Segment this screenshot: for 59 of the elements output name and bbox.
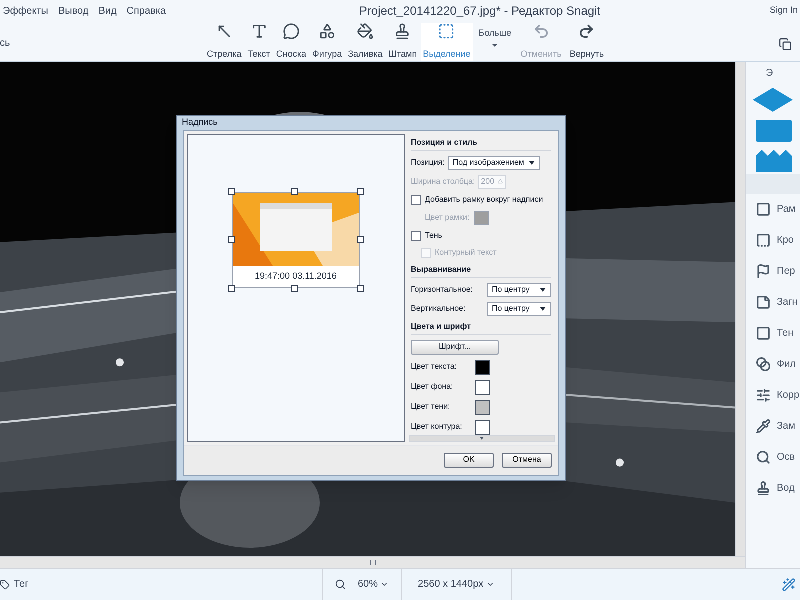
effect-item[interactable]: Корр [746, 386, 800, 404]
tool-button[interactable]: Текст [246, 23, 272, 61]
tool-button[interactable]: Выделение [421, 23, 473, 61]
horizontal-scrollbar[interactable] [0, 556, 745, 568]
magnifier-icon [756, 450, 771, 464]
effect-item[interactable]: Кро [746, 231, 800, 249]
caret-icon [486, 580, 495, 589]
effect-item[interactable]: Вод [746, 479, 800, 497]
size-dropdown[interactable]: 2560 x 1440px [402, 569, 512, 600]
history-button[interactable]: Вернуть [566, 23, 608, 61]
dashed-square-icon [756, 232, 771, 248]
zoom-dropdown[interactable]: 60% [358, 577, 390, 592]
section-band [746, 174, 800, 194]
shapes-icon [318, 23, 336, 40]
menu-item[interactable]: Вид [98, 4, 117, 18]
toolbar-label: сь [0, 37, 12, 51]
more-button[interactable]: Больше [474, 23, 516, 61]
caret-icon [380, 580, 390, 589]
window-title: Project_20141220_67.jpg* - Редактор Snagit [358, 3, 602, 20]
menu-item[interactable]: Справка [126, 4, 166, 18]
flag-icon [756, 264, 771, 278]
tag-icon [0, 580, 10, 590]
square-icon [756, 326, 771, 340]
tool-button[interactable]: Стрелка [205, 23, 244, 61]
undo-icon [532, 23, 550, 40]
menu-item[interactable]: Вывод [58, 4, 89, 18]
letter-icon [250, 23, 268, 40]
note-icon [756, 294, 771, 310]
vertical-scrollbar[interactable] [735, 62, 745, 556]
effect-item[interactable]: Зам [746, 417, 800, 435]
effect-item[interactable]: Тен [746, 324, 800, 342]
magic-wand-icon[interactable] [782, 578, 796, 592]
caret-icon [492, 44, 498, 46]
search-icon[interactable] [335, 579, 346, 590]
effect-item[interactable]: Рам [746, 200, 800, 218]
paint-bucket-icon [356, 23, 374, 40]
grip-icon [370, 560, 376, 565]
tool-button[interactable]: Штамп [386, 23, 420, 61]
dashed-square-icon [438, 23, 456, 40]
speech-bubble-icon [282, 23, 300, 40]
sliders-icon [756, 388, 771, 402]
stamp-icon [394, 23, 412, 40]
square-icon [756, 202, 771, 216]
menu-item[interactable]: Эффекты [3, 4, 48, 18]
tag-label[interactable]: Тег [14, 577, 314, 592]
effect-item[interactable]: Фил [746, 355, 800, 373]
pipette-icon [756, 418, 771, 434]
sign-in-link[interactable]: Sign In [770, 4, 800, 18]
tool-button[interactable]: Фигура [310, 23, 344, 61]
effect-item[interactable]: Осв [746, 448, 800, 466]
redo-icon [578, 23, 596, 40]
tool-button[interactable]: Заливка [346, 23, 385, 61]
effect-item[interactable]: Пер [746, 262, 800, 280]
copy-icon[interactable] [779, 38, 792, 51]
stamp-icon [756, 480, 771, 496]
circles-icon [756, 356, 771, 372]
effect-item[interactable]: Загн [746, 293, 800, 311]
panel-header: Э [766, 66, 774, 80]
tool-button[interactable]: Сноска [274, 23, 309, 61]
